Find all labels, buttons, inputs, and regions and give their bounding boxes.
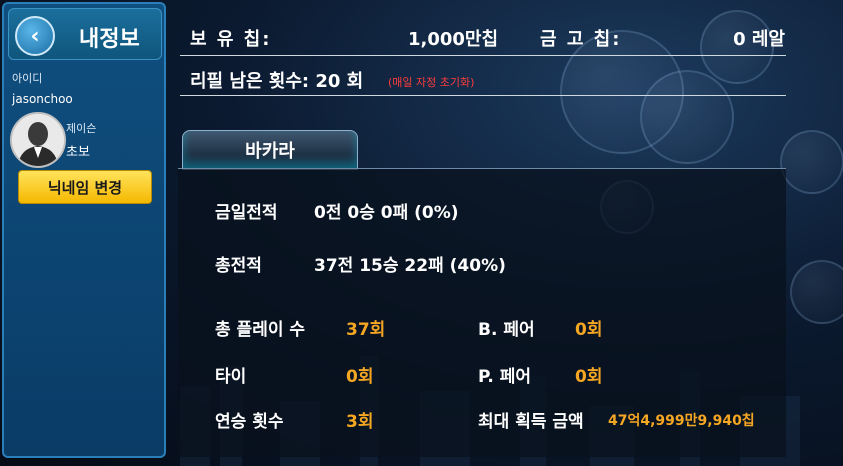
user-id-label: 아이디 [12,72,43,85]
divider [180,55,786,56]
vault-label: 금 고 칩: [540,29,622,50]
chips-label: 보 유 칩: [190,29,272,50]
background-bubble [780,130,843,194]
tie-label: 타이 [215,367,247,387]
total-record-value: 37전 15승 22패 (40%) [314,256,506,276]
win-streak-label: 연승 횟수 [215,412,284,432]
banker-pair-label: B. 페어 [478,320,535,340]
today-record-value: 0전 0승 0패 (0%) [314,203,459,223]
banker-pair-value: 0회 [575,320,603,340]
total-plays-value: 37회 [346,320,386,340]
tab-baccarat[interactable]: 바카라 [182,130,358,170]
total-plays-label: 총 플레이 수 [215,320,306,340]
chevron-left-icon: ‹ [30,23,40,49]
change-nickname-button[interactable]: 닉네임 변경 [18,170,152,204]
player-pair-label: P. 페어 [478,367,531,387]
max-win-value: 47억4,999만9,940칩 [608,413,755,429]
sidebar-header: ‹ 내정보 [8,8,162,60]
avatar [10,112,66,168]
refill-count: 리필 남은 횟수: 20 회 [190,71,364,92]
player-pair-value: 0회 [575,367,603,387]
background-bubble [790,260,843,324]
win-streak-value: 3회 [346,412,374,432]
chips-value: 1,000만칩 [408,29,499,50]
refill-note: (매일 자정 초기화) [388,76,475,89]
max-win-label: 최대 획득 금액 [478,412,584,432]
profile-sidebar: ‹ 내정보 아이디 jasonchoo 제이슨 초보 닉네임 변경 [2,2,166,458]
user-grade: 초보 [66,145,90,160]
total-record-label: 총전적 [215,256,262,276]
today-record-label: 금일전적 [215,203,278,223]
vault-value: 0 레알 [733,29,785,50]
background-bubble [640,70,734,164]
tie-value: 0회 [346,367,374,387]
user-avatar-icon [12,114,64,166]
user-id-value: jasonchoo [12,92,73,106]
back-button[interactable]: ‹ [15,16,55,56]
page-title: 내정보 [79,27,140,52]
divider [180,95,786,96]
nickname: 제이슨 [66,122,97,135]
